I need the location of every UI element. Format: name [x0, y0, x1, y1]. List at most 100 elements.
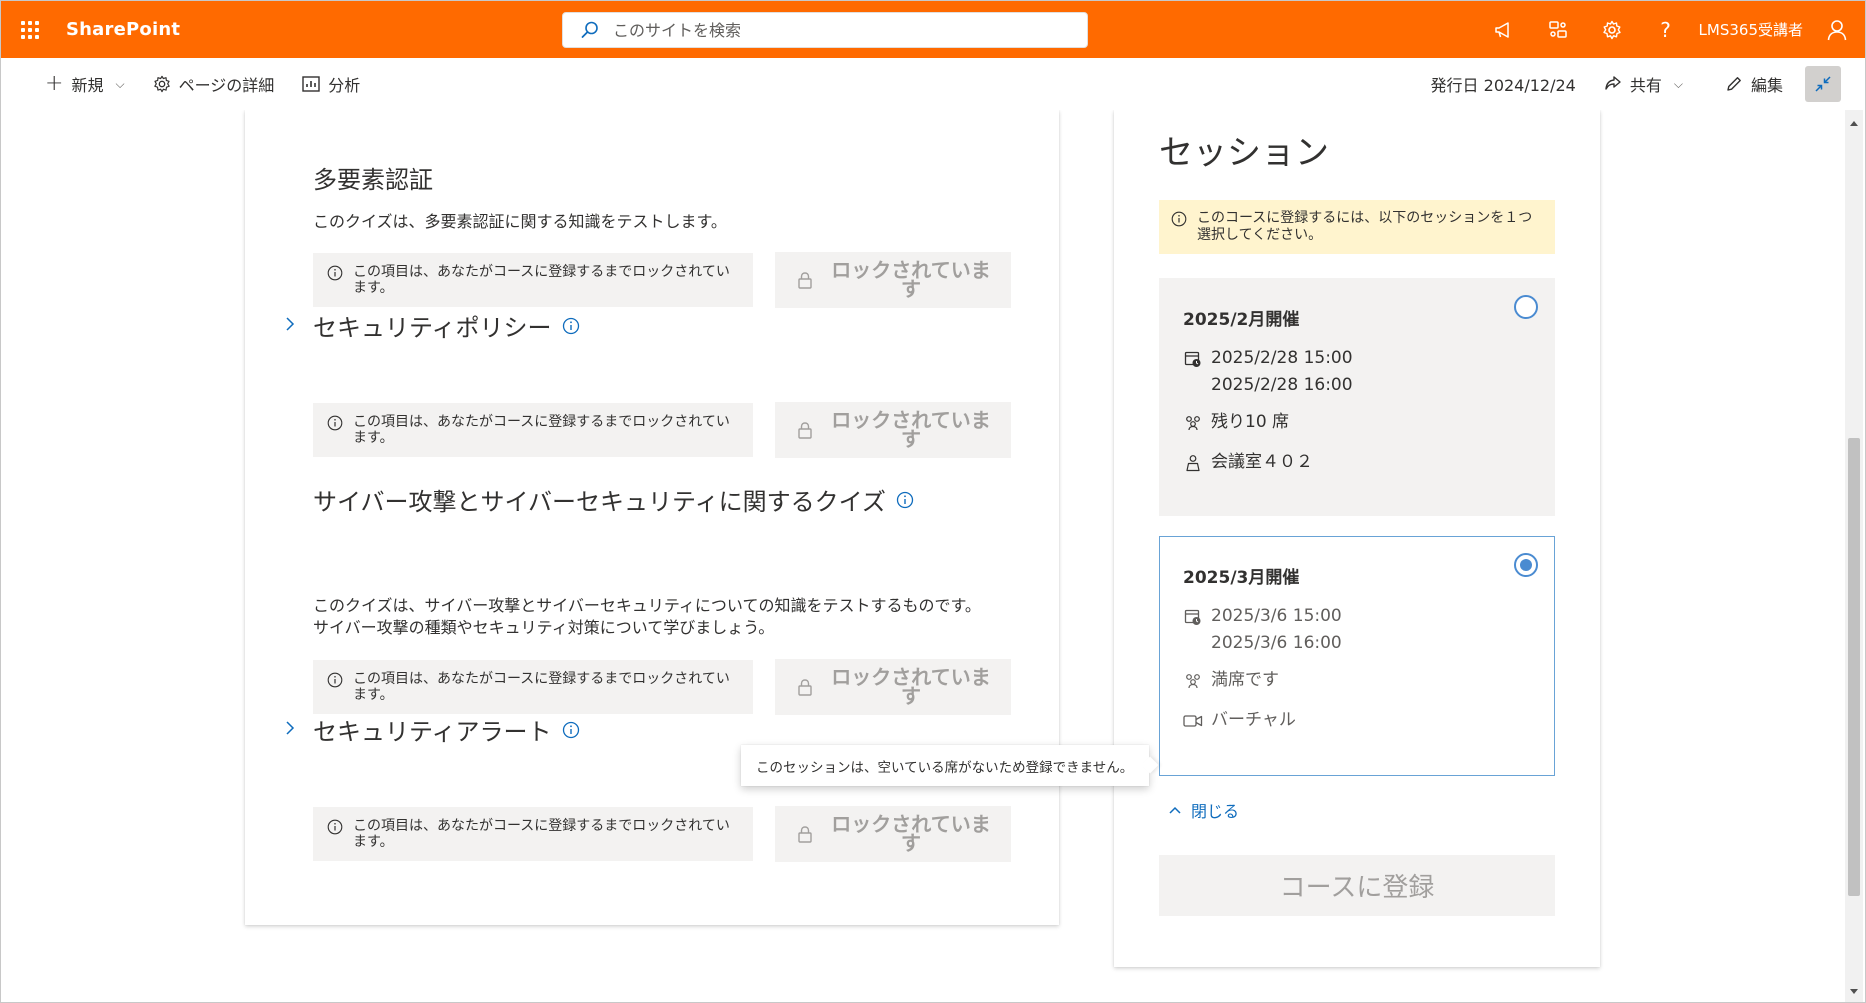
module-title[interactable]: セキュリティポリシー — [313, 308, 580, 343]
session-seats: 残り10 席 — [1183, 409, 1289, 436]
search-icon — [581, 21, 598, 38]
analytics-button[interactable]: 分析 — [288, 58, 374, 110]
module-description: このクイズは、サイバー攻撃とサイバーセキュリティについての知識をテストするもので… — [313, 596, 981, 637]
calendar-clock-icon — [1184, 609, 1201, 625]
page-details-button[interactable]: ページの詳細 — [139, 58, 289, 110]
locked-button[interactable]: ロックされています — [775, 252, 1011, 308]
lock-icon — [798, 272, 812, 289]
app-launcher-button[interactable] — [1, 1, 58, 58]
app-switch-button[interactable] — [1531, 1, 1585, 58]
session-notice: このコースに登録するには、以下のセッションを１つ選択してください。 — [1159, 200, 1555, 254]
session-title: 2025/2月開催 — [1183, 310, 1300, 330]
info-icon — [327, 415, 343, 431]
command-bar: + 新規 ⌵ ページの詳細 分析 発行日 2024/12/24 共有 ⌵ 編集 — [1, 58, 1865, 110]
vertical-scrollbar[interactable] — [1845, 110, 1863, 1002]
search-box[interactable] — [562, 12, 1088, 48]
video-camera-icon — [1183, 714, 1203, 727]
chevron-right-icon[interactable] — [285, 720, 295, 736]
session-option[interactable]: 2025/3月開催 2025/3/6 15:00 2025/3/6 16:00 — [1159, 536, 1555, 776]
lock-notice: この項目は、あなたがコースに登録するまでロックされています。 — [313, 660, 753, 714]
session-date: 2025/2/28 15:00 2025/2/28 16:00 — [1183, 345, 1353, 399]
new-label: 新規 — [71, 76, 104, 95]
chevron-right-icon[interactable] — [285, 316, 295, 332]
suite-bar: SharePoint このサイトを検索 ? LMS365受講者 — [1, 1, 1865, 58]
account-button[interactable] — [1817, 1, 1857, 58]
locked-button[interactable]: ロックされています — [775, 659, 1011, 715]
sessions-card: セッション このコースに登録するには、以下のセッションを１つ選択してください。 … — [1114, 110, 1600, 967]
sessions-title: セッション — [1159, 133, 1329, 173]
course-modules-card: 多要素認証 このクイズは、多要素認証に関する知識をテストします。 この項目は、あ… — [245, 110, 1059, 925]
lock-icon — [798, 826, 812, 843]
gear-icon — [1602, 20, 1621, 39]
session-date: 2025/3/6 15:00 2025/3/6 16:00 — [1183, 603, 1342, 657]
info-icon[interactable] — [562, 721, 580, 739]
person-icon — [1827, 19, 1847, 40]
collapse-button[interactable] — [1805, 66, 1841, 102]
share-icon — [1605, 76, 1621, 90]
plus-icon: + — [45, 71, 64, 96]
new-button[interactable]: + 新規 ⌵ — [31, 58, 139, 110]
close-sessions-link[interactable]: 閉じる — [1169, 798, 1239, 822]
published-label: 発行日 2024/12/24 — [1430, 76, 1576, 95]
calendar-clock-icon — [1184, 351, 1201, 367]
register-course-button[interactable]: コースに登録 — [1159, 855, 1555, 916]
sharepoint-window: SharePoint このサイトを検索 ? LMS365受講者 + 新規 ⌵ ペ… — [0, 0, 1866, 1003]
lock-notice: この項目は、あなたがコースに登録するまでロックされています。 — [313, 403, 753, 457]
info-icon[interactable] — [562, 317, 580, 335]
scroll-up-arrow-icon[interactable] — [1845, 114, 1863, 132]
module-description: このクイズは、多要素認証に関する知識をテストします。 — [313, 212, 727, 231]
person-location-icon — [1186, 454, 1200, 471]
people-group-icon — [1186, 673, 1200, 688]
chart-icon — [302, 76, 320, 92]
edit-label: 編集 — [1750, 76, 1783, 95]
info-icon — [327, 819, 343, 835]
suite-right-area: ? LMS365受講者 — [1477, 1, 1865, 58]
session-end: 2025/2/28 16:00 — [1211, 375, 1353, 395]
session-radio[interactable] — [1514, 295, 1538, 319]
brand-name[interactable]: SharePoint — [66, 19, 180, 40]
session-location: バーチャル — [1183, 707, 1296, 734]
help-button[interactable]: ? — [1639, 1, 1693, 58]
session-seats: 満席です — [1183, 667, 1279, 694]
people-network-icon — [1548, 20, 1567, 38]
command-bar-right: 発行日 2024/12/24 共有 ⌵ 編集 — [1417, 58, 1865, 110]
announcement-button[interactable] — [1477, 1, 1531, 58]
info-icon — [1171, 211, 1187, 227]
pencil-icon — [1727, 77, 1741, 91]
user-name[interactable]: LMS365受講者 — [1699, 19, 1803, 40]
module-title: 多要素認証 — [313, 166, 433, 194]
edit-button[interactable]: 編集 — [1711, 58, 1797, 110]
lock-icon — [798, 679, 812, 696]
chevron-down-icon: ⌵ — [115, 76, 125, 91]
module-title[interactable]: セキュリティアラート — [313, 712, 580, 747]
session-radio[interactable] — [1514, 553, 1538, 577]
gear-icon — [153, 75, 170, 93]
chevron-up-icon — [1169, 806, 1181, 814]
lock-notice: この項目は、あなたがコースに登録するまでロックされています。 — [313, 807, 753, 861]
question-mark-icon: ? — [1660, 17, 1671, 42]
published-date: 発行日 2024/12/24 — [1417, 58, 1590, 110]
session-option[interactable]: 2025/2月開催 2025/2/28 15:00 2025/2/28 16:0… — [1159, 278, 1555, 516]
full-session-tooltip: このセッションは、空いている席がないため登録できません。 — [741, 745, 1149, 786]
people-group-icon — [1186, 415, 1200, 430]
info-icon — [327, 265, 343, 281]
search-input[interactable] — [613, 20, 1053, 40]
scroll-down-arrow-icon[interactable] — [1845, 983, 1863, 1001]
session-end: 2025/3/6 16:00 — [1211, 633, 1342, 653]
session-title: 2025/3月開催 — [1183, 568, 1300, 588]
lock-notice: この項目は、あなたがコースに登録するまでロックされています。 — [313, 253, 753, 307]
locked-button[interactable]: ロックされています — [775, 402, 1011, 458]
waffle-icon — [20, 20, 39, 39]
settings-button[interactable] — [1585, 1, 1639, 58]
megaphone-icon — [1494, 21, 1509, 38]
session-start: 2025/3/6 15:00 — [1211, 606, 1342, 626]
scrollbar-thumb[interactable] — [1848, 438, 1860, 896]
collapse-arrows-icon — [1815, 76, 1831, 92]
analytics-label: 分析 — [328, 76, 361, 95]
locked-button[interactable]: ロックされています — [775, 806, 1011, 862]
module-title[interactable]: サイバー攻撃とサイバーセキュリティに関するクイズ — [313, 482, 914, 517]
session-start: 2025/2/28 15:00 — [1211, 348, 1353, 368]
info-icon[interactable] — [896, 491, 914, 509]
info-icon — [327, 672, 343, 688]
share-button[interactable]: 共有 ⌵ — [1590, 58, 1697, 110]
